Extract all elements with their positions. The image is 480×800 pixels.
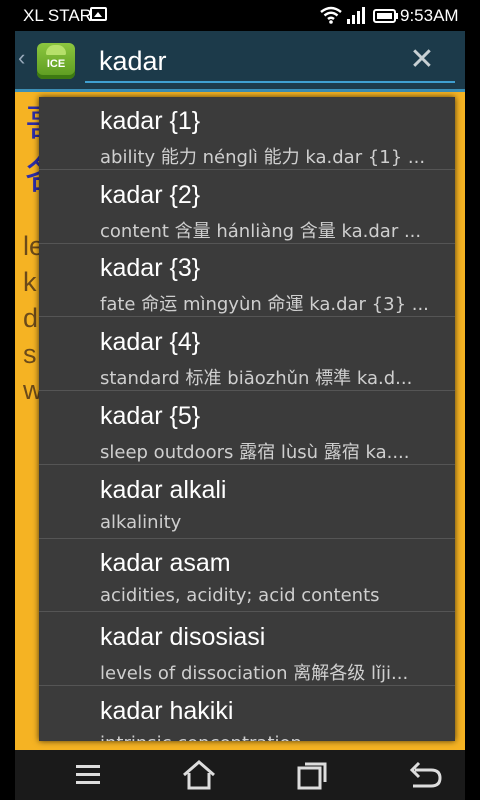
suggestion-item[interactable]: kadar {1} ability 能力 nénglì 能力 ka.dar {1}… xyxy=(39,97,455,170)
suggestion-item[interactable]: kadar {5} sleep outdoors 露宿 lùsù 露宿 ka...… xyxy=(39,392,455,465)
suggestion-subtitle: standard 标准 biāozhǔn 標準 ka.d... xyxy=(100,368,413,389)
wifi-icon xyxy=(320,6,342,24)
carrier-name: XL STAR xyxy=(23,6,92,25)
signal-icon xyxy=(347,7,365,24)
suggestion-title: kadar {5} xyxy=(100,402,201,430)
suggestion-item[interactable]: kadar asam acidities, acidity; acid conte… xyxy=(39,539,455,612)
suggestion-subtitle: intrinsic concentration xyxy=(100,733,440,741)
right-edge xyxy=(465,31,480,750)
suggestion-subtitle: alkalinity xyxy=(100,512,182,533)
suggestion-subtitle: ability 能力 nénglì 能力 ka.dar {1} ... xyxy=(100,147,426,168)
clock: 9:53AM xyxy=(400,6,459,25)
suggestion-item[interactable]: kadar {4} standard 标准 biāozhǔn 標準 ka.d... xyxy=(39,318,455,391)
suggestion-item[interactable]: kadar disosiasi levels of dissociation 离解… xyxy=(39,613,455,686)
app-icon[interactable]: ICE xyxy=(37,43,75,79)
action-bar-divider xyxy=(15,89,465,92)
app-icon-label: ICE xyxy=(46,58,66,70)
suggestion-item[interactable]: kadar {3} fate 命运 mìngyùn 命運 ka.dar {3} .… xyxy=(39,244,455,317)
home-icon[interactable] xyxy=(181,758,217,792)
status-bar: XL STAR 9:53AM xyxy=(0,0,480,31)
android-robot-icon xyxy=(46,45,66,55)
suggestion-title: kadar {4} xyxy=(100,328,201,356)
suggestion-subtitle: content 含量 hánliàng 含量 ka.dar ... xyxy=(100,221,422,242)
up-navigation-icon[interactable]: ‹ xyxy=(18,45,25,71)
menu-icon[interactable] xyxy=(72,758,108,792)
suggestion-subtitle: acidities, acidity; acid contents xyxy=(100,585,380,606)
suggestion-title: kadar asam xyxy=(100,549,231,577)
suggestion-title: kadar disosiasi xyxy=(100,623,266,651)
suggestion-item[interactable]: kadar hakiki intrinsic concentration xyxy=(39,687,455,741)
action-bar: ‹ ICE ✕ xyxy=(15,31,465,89)
suggestion-subtitle: fate 命运 mìngyùn 命運 ka.dar {3} ... xyxy=(100,294,429,315)
suggestion-title: kadar {3} xyxy=(100,254,201,282)
suggestion-item[interactable]: kadar {2} content 含量 hánliàng 含量 ka.dar .… xyxy=(39,171,455,244)
left-edge xyxy=(0,31,15,750)
search-input[interactable] xyxy=(99,43,389,79)
suggestion-title: kadar {1} xyxy=(100,107,201,135)
recent-apps-icon[interactable] xyxy=(295,758,331,792)
suggestion-title: kadar {2} xyxy=(100,181,201,209)
battery-icon xyxy=(373,9,398,23)
search-underline xyxy=(85,81,455,83)
image-icon xyxy=(90,7,107,21)
suggestion-subtitle: levels of dissociation 离解各级 lǐji... xyxy=(100,663,409,684)
clear-search-button[interactable]: ✕ xyxy=(405,45,439,79)
screen: XL STAR 9:53AM 哥 各 le k d s w ‹ xyxy=(0,0,480,800)
back-icon[interactable] xyxy=(407,758,443,792)
suggestion-title: kadar hakiki xyxy=(100,697,234,725)
suggestion-subtitle: sleep outdoors 露宿 lùsù 露宿 ka.... xyxy=(100,442,410,463)
navigation-bar-inner xyxy=(15,750,465,800)
suggestions-dropdown[interactable]: kadar {1} ability 能力 nénglì 能力 ka.dar {1}… xyxy=(39,97,455,741)
suggestion-item[interactable]: kadar alkali alkalinity xyxy=(39,466,455,539)
navigation-bar xyxy=(0,750,480,800)
suggestion-title: kadar alkali xyxy=(100,476,227,504)
